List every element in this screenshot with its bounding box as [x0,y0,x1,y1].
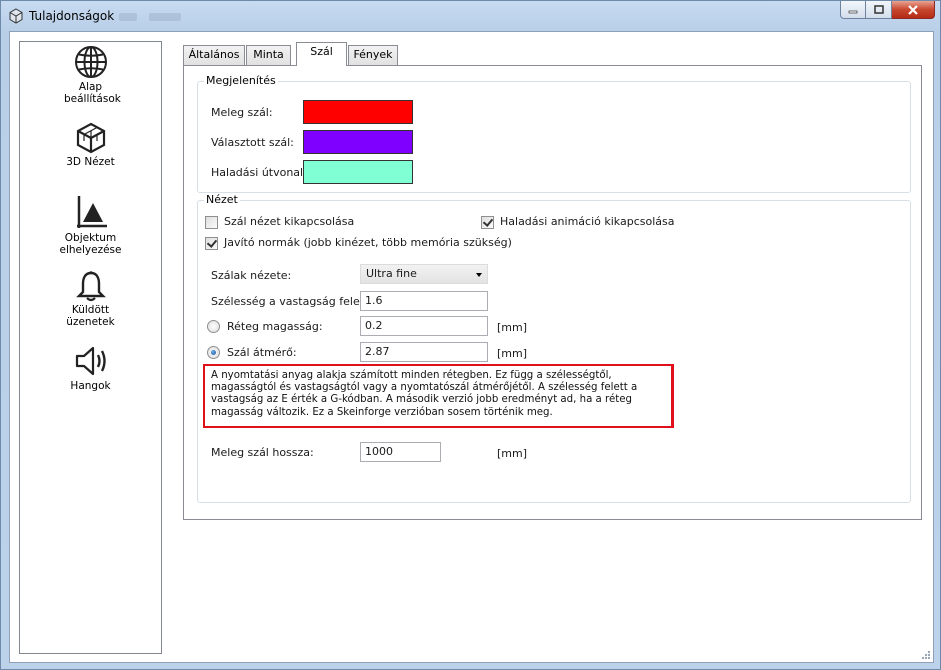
filament-diameter-label: Szál átmérő: [227,346,297,359]
maximize-button[interactable] [866,1,892,19]
properties-window: Tulajdonságok Alap beállítások 3D Nézet … [0,0,941,670]
hot-filament-label: Meleg szál: [211,106,273,119]
layer-height-unit: [mm] [497,321,528,334]
cube-icon [76,122,105,154]
blurred-menu-item [149,13,181,21]
disable-filament-view-label: Szál nézet kikapcsolása [224,215,355,228]
selected-filament-label: Választott szál: [211,136,294,149]
sidebar-item-label: Küldött üzenetek [66,304,115,328]
disable-filament-view-checkbox[interactable] [205,216,218,229]
sidebar-item-label: Alap beállítások [64,81,121,105]
close-button[interactable] [892,1,935,19]
layer-height-input[interactable]: 0.2 [360,316,488,336]
fix-normals-label: Javító normák (jobb kinézet, több memóri… [224,236,512,249]
filament-view-dropdown[interactable]: Ultra fine [360,264,488,284]
resize-grip-icon[interactable] [921,650,931,660]
chevron-down-icon [476,273,482,277]
client-area: Alap beállítások 3D Nézet Objektum elhel… [9,31,934,663]
speaker-icon [75,346,106,376]
disable-progress-animation-label: Haladási animáció kikapcsolása [500,215,675,228]
view-group: Nézet Szál nézet kikapcsolása Haladási a… [197,193,911,503]
maximize-icon [873,5,884,14]
layer-height-label: Réteg magasság: [227,320,323,333]
hot-filament-length-unit: [mm] [497,447,528,460]
bell-icon [75,271,106,302]
group-title: Nézet [204,193,240,206]
sidebar-item-3d-view[interactable]: 3D Nézet [20,122,161,168]
hot-filament-color-button[interactable] [303,100,413,124]
tab-lights[interactable]: Fények [348,45,398,65]
travel-path-color-button[interactable] [303,160,413,184]
tab-general[interactable]: Általános [183,45,245,65]
window-title: Tulajdonságok [29,9,115,23]
hot-filament-length-input[interactable]: 1000 [360,442,441,462]
window-controls [840,1,935,19]
sidebar-item-sounds[interactable]: Hangok [20,344,161,392]
width-over-thickness-label: Szélesség a vastagság felett: [211,295,373,308]
sidebar-item-label: Hangok [70,380,111,392]
fix-normals-checkbox[interactable] [205,237,218,250]
disable-progress-animation-checkbox[interactable] [481,216,494,229]
category-sidebar: Alap beállítások 3D Nézet Objektum elhel… [19,41,162,654]
minimize-icon [848,10,858,13]
sidebar-item-sent-messages[interactable]: Küldött üzenetek [20,270,161,328]
title-bar[interactable]: Tulajdonságok [1,1,940,31]
filament-diameter-radio[interactable] [207,346,220,359]
sidebar-item-label: Objektum elhelyezése [59,232,122,256]
filament-view-label: Szálak nézete: [211,269,292,282]
selected-filament-color-button[interactable] [303,130,413,154]
minimize-button[interactable] [840,1,866,19]
close-icon [908,4,918,15]
hot-filament-length-label: Meleg szál hossza: [211,446,314,459]
sidebar-item-label: 3D Nézet [66,156,115,168]
filament-view-value: Ultra fine [366,267,417,280]
blurred-menu-item [119,13,137,21]
filament-diameter-input[interactable]: 2.87 [360,342,488,362]
tab-filament[interactable]: Szál [296,42,347,66]
object-placement-icon [76,196,107,228]
layer-height-radio[interactable] [207,320,220,333]
app-cube-icon [9,8,23,24]
group-title: Megjelenítés [204,74,278,87]
sidebar-item-basic-settings[interactable]: Alap beállítások [20,45,161,105]
sidebar-item-object-placement[interactable]: Objektum elhelyezése [20,194,161,256]
width-over-thickness-input[interactable]: 1.6 [360,291,488,311]
appearance-group: Megjelenítés Meleg szál: Választott szál… [197,74,911,193]
filament-diameter-unit: [mm] [497,347,528,360]
filament-tab-panel: Megjelenítés Meleg szál: Választott szál… [183,65,922,520]
travel-path-label: Haladási útvonal: [211,166,307,179]
help-tooltip: A nyomtatási anyag alakja számított mind… [203,364,674,428]
globe-icon [74,46,107,78]
tab-pattern[interactable]: Minta [246,45,291,65]
